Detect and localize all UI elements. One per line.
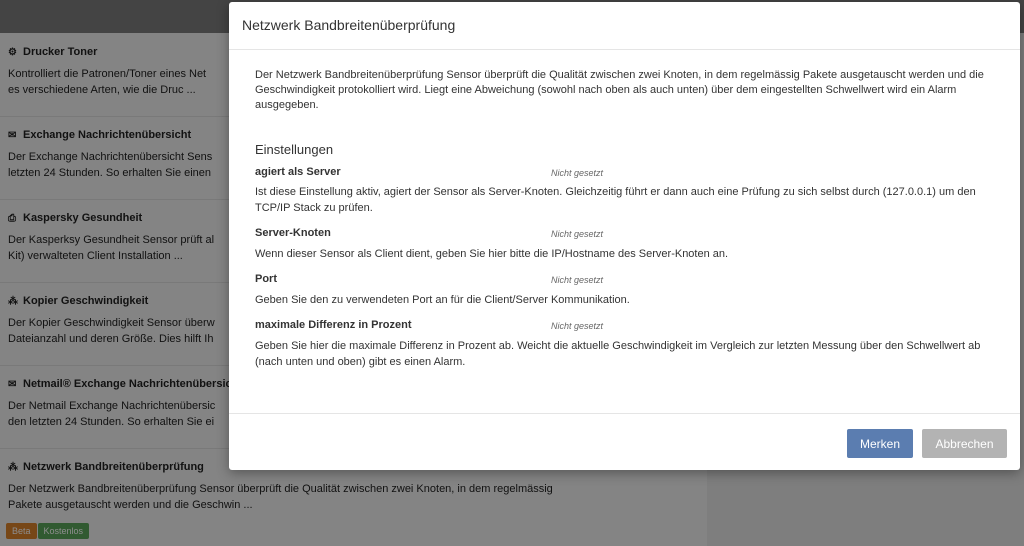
setting-name-server-node: Server-Knoten bbox=[255, 227, 331, 239]
settings-heading: Einstellungen bbox=[255, 142, 334, 157]
sensor-settings-dialog: Netzwerk Bandbreitenüberprüfung Der Netz… bbox=[229, 2, 1020, 470]
setting-desc: Geben Sie hier die maximale Differenz in… bbox=[255, 340, 981, 368]
cancel-button[interactable]: Abbrechen bbox=[922, 429, 1007, 458]
setting-desc: Ist diese Einstellung aktiv, agiert der … bbox=[255, 186, 976, 214]
setting-name-max-difference: maximale Differenz in Prozent bbox=[255, 319, 412, 331]
setting-desc: Wenn dieser Sensor als Client dient, geb… bbox=[255, 248, 729, 260]
modal-title: Netzwerk Bandbreitenüberprüfung bbox=[242, 17, 456, 33]
modal-header: Netzwerk Bandbreitenüberprüfung bbox=[229, 2, 1020, 50]
setting-status: Nicht gesetzt bbox=[551, 229, 604, 239]
sensor-description: Der Netzwerk Bandbreitenüberprüfung Sens… bbox=[255, 69, 984, 111]
setting-name-port: Port bbox=[255, 273, 277, 285]
modal-footer: Merken Abbrechen bbox=[229, 413, 1020, 471]
setting-desc: Geben Sie den zu verwendeten Port an für… bbox=[255, 294, 630, 306]
save-button[interactable]: Merken bbox=[847, 429, 913, 458]
setting-name-server-mode: agiert als Server bbox=[255, 166, 341, 178]
setting-status: Nicht gesetzt bbox=[551, 168, 604, 178]
setting-status: Nicht gesetzt bbox=[551, 275, 604, 285]
setting-status: Nicht gesetzt bbox=[551, 321, 604, 331]
